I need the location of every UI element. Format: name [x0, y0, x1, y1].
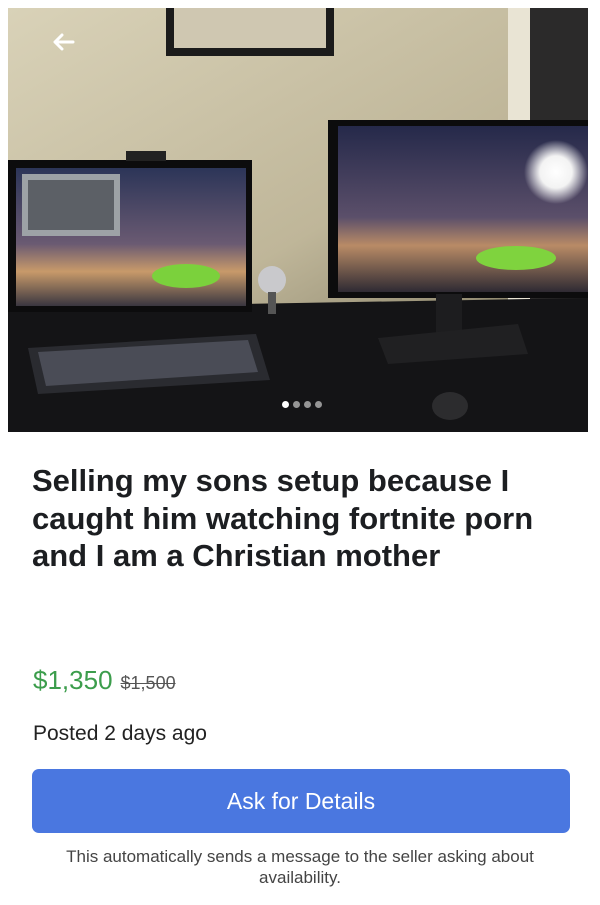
back-button[interactable] [48, 28, 80, 56]
ask-for-details-button[interactable]: Ask for Details [32, 769, 570, 833]
posted-time: Posted 2 days ago [33, 722, 207, 745]
pagination-dot[interactable] [304, 401, 311, 408]
gaming-setup-image [8, 8, 588, 432]
image-pagination [282, 401, 322, 408]
pagination-dot[interactable] [315, 401, 322, 408]
price-row: $1,350 $1,500 [33, 665, 176, 696]
back-arrow-icon [53, 33, 75, 51]
pagination-dot-active[interactable] [282, 401, 289, 408]
listing-photo[interactable] [8, 8, 588, 432]
helper-text: This automatically sends a message to th… [66, 847, 534, 887]
pagination-dot[interactable] [293, 401, 300, 408]
current-price: $1,350 [33, 665, 113, 695]
listing-title: Selling my sons setup because I caught h… [32, 463, 534, 573]
original-price: $1,500 [120, 673, 176, 693]
